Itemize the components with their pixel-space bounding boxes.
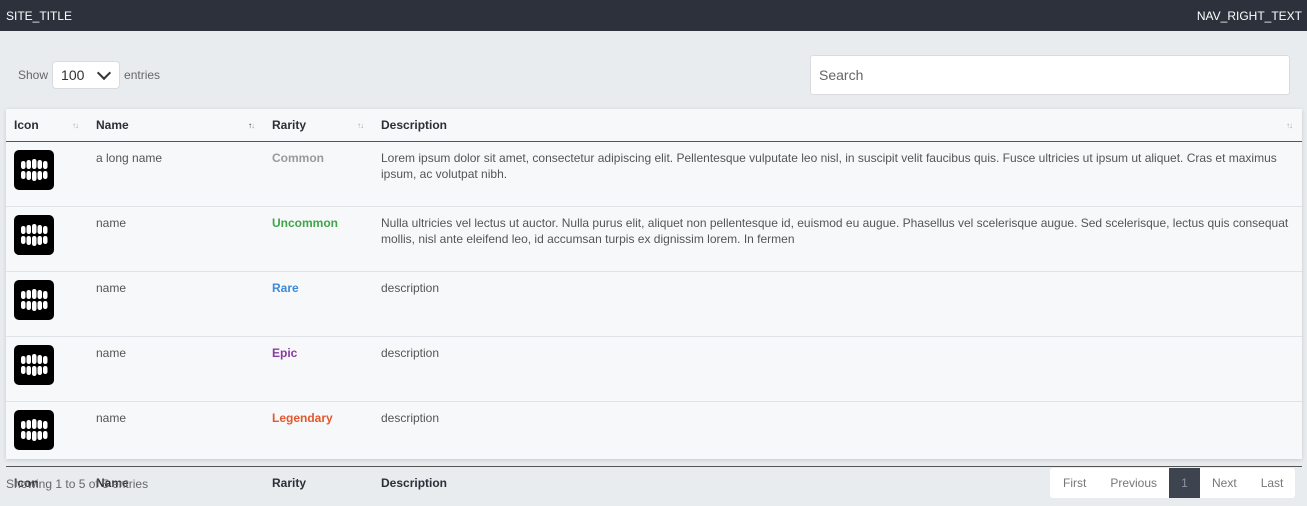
pagination: First Previous 1 Next Last (1050, 468, 1296, 498)
table-info: Showing 1 to 5 of 5 entries (6, 477, 149, 491)
sort-icon: ↑↓ (1286, 121, 1293, 130)
page-next-button[interactable]: Next (1200, 468, 1249, 498)
teeth-icon (14, 215, 54, 255)
teeth-icon (14, 150, 54, 190)
row-description: description (373, 336, 1302, 402)
row-rarity: Epic (264, 336, 373, 402)
length-menu-suffix: entries (124, 68, 161, 82)
data-table: Icon ↑↓ Name ↑↓ Rarity ↑↓ Description ↑↓ a l… (6, 109, 1302, 499)
length-menu-prefix: Show (18, 68, 49, 82)
length-menu: Show 100 entries (18, 60, 160, 90)
column-header-name[interactable]: Name ↑↓ (88, 109, 264, 142)
table-row[interactable]: name Uncommon Nulla ultricies vel lectus u… (6, 206, 1302, 272)
teeth-icon (14, 345, 54, 385)
site-title[interactable]: SITE_TITLE (6, 9, 72, 23)
row-rarity: Rare (264, 271, 373, 337)
nav-right-text[interactable]: NAV_RIGHT_TEXT (1197, 9, 1302, 23)
data-table-card: Icon ↑↓ Name ↑↓ Rarity ↑↓ Description ↑↓ a l… (6, 109, 1302, 499)
column-header-rarity[interactable]: Rarity ↑↓ (264, 109, 373, 142)
row-description: description (373, 271, 1302, 337)
sort-icon: ↑↓ (357, 121, 364, 130)
row-description: Lorem ipsum dolor sit amet, consectetur … (381, 151, 1277, 181)
column-header-description[interactable]: Description ↑↓ (373, 109, 1302, 142)
page-previous-button[interactable]: Previous (1098, 468, 1169, 498)
teeth-icon (14, 410, 54, 450)
page-last-button[interactable]: Last (1249, 468, 1296, 498)
table-row[interactable]: a long name Common Lorem ipsum dolor sit a… (6, 142, 1302, 207)
top-navbar: SITE_TITLE NAV_RIGHT_TEXT (0, 0, 1307, 31)
page-current-button[interactable]: 1 (1169, 468, 1201, 498)
table-row[interactable]: name Epic description (6, 336, 1302, 402)
row-rarity: Uncommon (264, 206, 373, 272)
teeth-icon (14, 280, 54, 320)
row-rarity: Legendary (264, 401, 373, 467)
row-name: a long name (96, 151, 163, 165)
footer-header-rarity: Rarity (264, 466, 373, 499)
row-description: description (373, 401, 1302, 467)
column-header-icon[interactable]: Icon ↑↓ (6, 109, 88, 142)
row-name: name (88, 271, 264, 337)
row-name: name (88, 401, 264, 467)
row-rarity: Common (272, 151, 324, 165)
row-name: name (88, 206, 264, 272)
table-row[interactable]: name Legendary description (6, 401, 1302, 467)
entries-select[interactable]: 100 (52, 61, 121, 89)
sort-asc-icon: ↑↓ (248, 121, 255, 130)
entries-select-value: 100 (61, 67, 85, 83)
search-input[interactable] (810, 55, 1290, 95)
page-first-button[interactable]: First (1050, 468, 1098, 498)
table-row[interactable]: name Rare description (6, 271, 1302, 337)
row-name: name (88, 336, 264, 402)
sort-icon: ↑↓ (72, 121, 79, 130)
row-description: Nulla ultricies vel lectus ut auctor. Nu… (373, 206, 1302, 272)
chevron-down-icon (96, 65, 112, 81)
